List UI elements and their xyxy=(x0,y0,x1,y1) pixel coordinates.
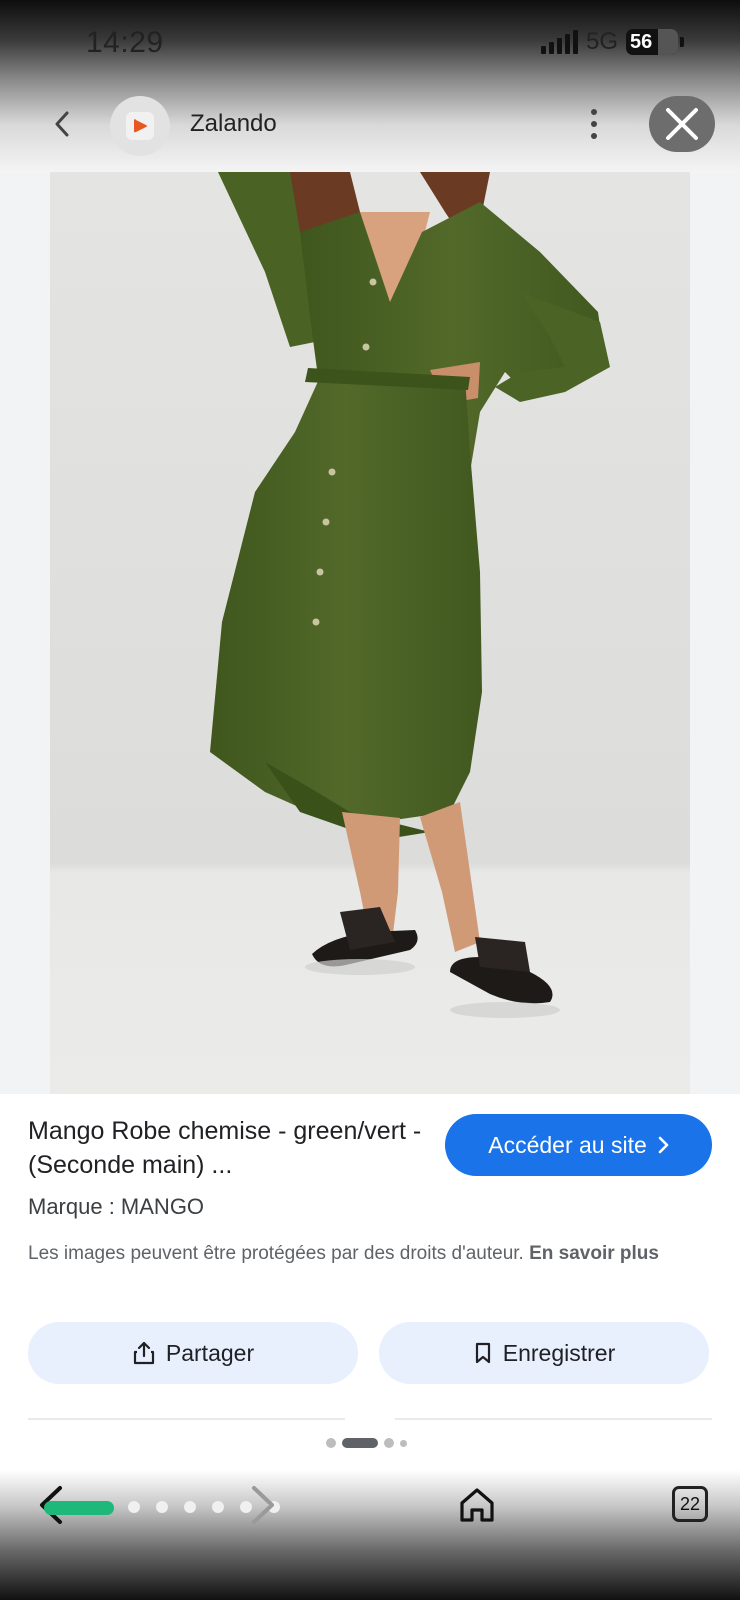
divider xyxy=(28,1418,345,1420)
status-bar: 14:29 5G 56 xyxy=(0,0,740,90)
history-dot xyxy=(184,1501,196,1513)
battery-level: 56 xyxy=(630,30,653,53)
network-type: 5G xyxy=(585,28,618,55)
chevron-right-icon xyxy=(658,1136,669,1154)
history-dot xyxy=(128,1501,140,1513)
bookmark-icon xyxy=(475,1342,490,1364)
site-avatar[interactable] xyxy=(110,96,170,156)
status-icons: 5G 56 xyxy=(540,28,684,56)
carousel-dot xyxy=(384,1438,394,1448)
share-icon xyxy=(133,1341,154,1365)
history-dot xyxy=(212,1501,224,1513)
divider xyxy=(395,1418,712,1420)
save-label: Enregistrer xyxy=(502,1339,616,1366)
close-button[interactable] xyxy=(649,96,715,152)
zalando-logo-icon xyxy=(126,112,154,140)
carousel-dot-active xyxy=(342,1438,378,1448)
carousel-indicator xyxy=(326,1438,407,1448)
tabs-count: 22 xyxy=(679,1493,701,1514)
carousel-dot xyxy=(326,1438,336,1448)
battery-tip xyxy=(680,37,684,47)
tabs-button[interactable]: 22 xyxy=(672,1486,708,1522)
close-icon xyxy=(666,108,698,140)
status-time: 14:29 xyxy=(86,26,164,59)
history-dot xyxy=(156,1501,168,1513)
visit-site-button[interactable]: Accéder au site xyxy=(445,1114,712,1176)
page-progress-indicator xyxy=(44,1501,114,1515)
chevron-left-icon xyxy=(55,111,69,137)
more-options-button[interactable] xyxy=(580,104,608,144)
image-area xyxy=(0,172,740,1094)
copyright-text: Les images peuvent être protégées par de… xyxy=(28,1243,524,1264)
share-label: Partager xyxy=(165,1339,255,1366)
share-button[interactable]: Partager xyxy=(28,1322,358,1384)
copyright-notice: Les images peuvent être protégées par de… xyxy=(28,1240,718,1268)
home-icon[interactable] xyxy=(458,1486,496,1524)
learn-more-link[interactable]: En savoir plus xyxy=(529,1243,659,1264)
brand-label: Marque : MANGO xyxy=(28,1194,205,1219)
product-image[interactable] xyxy=(50,172,690,1094)
product-title[interactable]: Mango Robe chemise - green/vert - (Secon… xyxy=(28,1114,428,1182)
more-vert-icon xyxy=(591,109,597,115)
site-name[interactable]: Zalando xyxy=(190,110,277,138)
battery-icon: 56 xyxy=(626,29,678,55)
visit-site-label: Accéder au site xyxy=(488,1131,647,1158)
viewer-header: Zalando xyxy=(0,92,740,162)
carousel-dot xyxy=(400,1439,407,1447)
signal-icon xyxy=(540,30,578,54)
back-button[interactable] xyxy=(44,106,80,142)
forward-arrow-icon[interactable] xyxy=(248,1484,278,1526)
save-button[interactable]: Enregistrer xyxy=(379,1322,709,1384)
browser-bottom-bar: 22 xyxy=(0,1476,740,1536)
